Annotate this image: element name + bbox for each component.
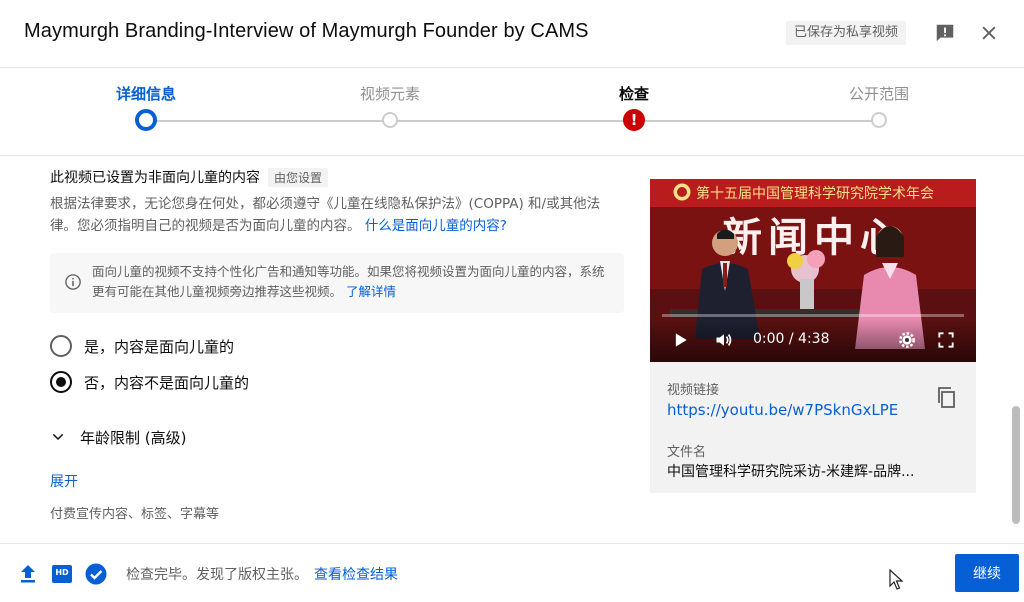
expand-description: 付费宣传内容、标签、字幕等 <box>50 507 220 522</box>
step-visibility[interactable]: 公开范围 <box>809 68 949 156</box>
upload-stepper: 详细信息 视频元素 检查 ! 公开范围 <box>0 68 1024 156</box>
radio-yes-label: 是，内容是面向儿童的 <box>84 337 235 356</box>
step-details-label: 详细信息 <box>115 85 176 103</box>
expand-link[interactable]: 展开 <box>50 471 78 491</box>
play-icon[interactable] <box>670 330 690 350</box>
copy-icon[interactable] <box>934 385 958 409</box>
scrollbar-thumb[interactable] <box>1012 406 1020 524</box>
coppa-description: 根据法律要求，无论您身在何处，都必须遵守《儿童在线隐私保护法》(COPPA) 和… <box>50 193 620 237</box>
info-icon <box>65 274 81 290</box>
video-link[interactable]: https://youtu.be/w7PSknGxLPE <box>667 401 898 419</box>
close-icon[interactable] <box>976 20 1002 46</box>
video-progress-bar[interactable] <box>662 314 964 317</box>
step-details[interactable]: 详细信息 <box>76 68 216 156</box>
video-player[interactable]: 第十五届中国管理科学研究院学术年会 新闻中心 0:00 / 4:38 <box>650 179 976 362</box>
checks-status-text: 检查完毕。发现了版权主张。 <box>126 567 308 583</box>
video-preview-card: 第十五届中国管理科学研究院学术年会 新闻中心 0:00 / 4:38 视频链接 … <box>650 179 976 493</box>
age-restriction-label: 年龄限制 (高级) <box>80 428 187 447</box>
saved-private-badge: 已保存为私享视频 <box>786 21 907 45</box>
fullscreen-icon[interactable] <box>936 330 956 350</box>
audience-heading: 此视频已设置为非面向儿童的内容 由您设置 <box>50 167 329 187</box>
close-icon-svg <box>982 26 996 40</box>
kids-info-box: 面向儿童的视频不支持个性化广告和通知等功能。如果您将视频设置为面向儿童的内容，系… <box>50 253 624 313</box>
settings-gear-icon[interactable] <box>897 330 917 350</box>
dialog-header: Maymurgh Branding-Interview of Maymurgh … <box>0 0 1024 68</box>
continue-button[interactable]: 继续 <box>955 554 1019 592</box>
age-restriction-toggle[interactable]: 年龄限制 (高级) <box>50 425 186 449</box>
hd-badge-label: HD <box>55 568 69 577</box>
step-visibility-label: 公开范围 <box>848 85 909 103</box>
upload-icon <box>21 565 35 583</box>
radio-no-label: 否，内容不是面向儿童的 <box>84 373 250 392</box>
audience-heading-text: 此视频已设置为非面向儿童的内容 <box>50 170 260 186</box>
step-video-elements-dot <box>382 112 398 128</box>
step-visibility-dot <box>871 112 887 128</box>
step-checks-label: 检查 <box>618 85 649 103</box>
radio-button[interactable] <box>50 335 72 357</box>
made-for-kids-link[interactable]: 什么是面向儿童的内容? <box>365 218 507 234</box>
check-circle-icon <box>85 563 107 585</box>
step-video-elements[interactable]: 视频元素 <box>320 68 460 156</box>
learn-more-link[interactable]: 了解详情 <box>346 284 396 299</box>
video-time: 0:00 / 4:38 <box>753 331 830 347</box>
details-content: 此视频已设置为非面向儿童的内容 由您设置 根据法律要求，无论您身在何处，都必须遵守… <box>0 157 1024 543</box>
set-by-you-badge: 由您设置 <box>268 168 329 187</box>
mouse-cursor-icon <box>889 569 904 590</box>
volume-icon[interactable] <box>714 330 734 350</box>
radio-made-for-kids-yes[interactable]: 是，内容是面向儿童的 <box>50 334 234 358</box>
feedback-icon-svg <box>936 24 954 42</box>
dialog-title: Maymurgh Branding-Interview of Maymurgh … <box>24 20 589 42</box>
step-checks[interactable]: 检查 ! <box>564 68 704 156</box>
chevron-down-icon <box>52 433 64 441</box>
radio-button-checked[interactable] <box>50 371 72 393</box>
view-checks-link[interactable]: 查看检查结果 <box>314 564 398 584</box>
kids-info-text: 面向儿童的视频不支持个性化广告和通知等功能。如果您将视频设置为面向儿童的内容，系… <box>92 262 612 302</box>
filename-value: 中国管理科学研究院采访-米建辉-品牌... <box>667 464 915 480</box>
coppa-text: 根据法律要求，无论您身在何处，都必须遵守《儿童在线隐私保护法》(COPPA) 和… <box>50 196 601 234</box>
step-details-dot <box>135 109 157 131</box>
radio-made-for-kids-no[interactable]: 否，内容不是面向儿童的 <box>50 370 249 394</box>
upload-dialog: Maymurgh Branding-Interview of Maymurgh … <box>0 0 1024 602</box>
dialog-footer: HD 检查完毕。发现了版权主张。 查看检查结果 继续 <box>0 543 1024 602</box>
video-link-label: 视频链接 <box>667 383 720 398</box>
feedback-icon[interactable] <box>932 20 958 46</box>
filename-label: 文件名 <box>667 445 707 460</box>
error-icon: ! <box>623 109 645 131</box>
step-video-elements-label: 视频元素 <box>359 85 420 103</box>
